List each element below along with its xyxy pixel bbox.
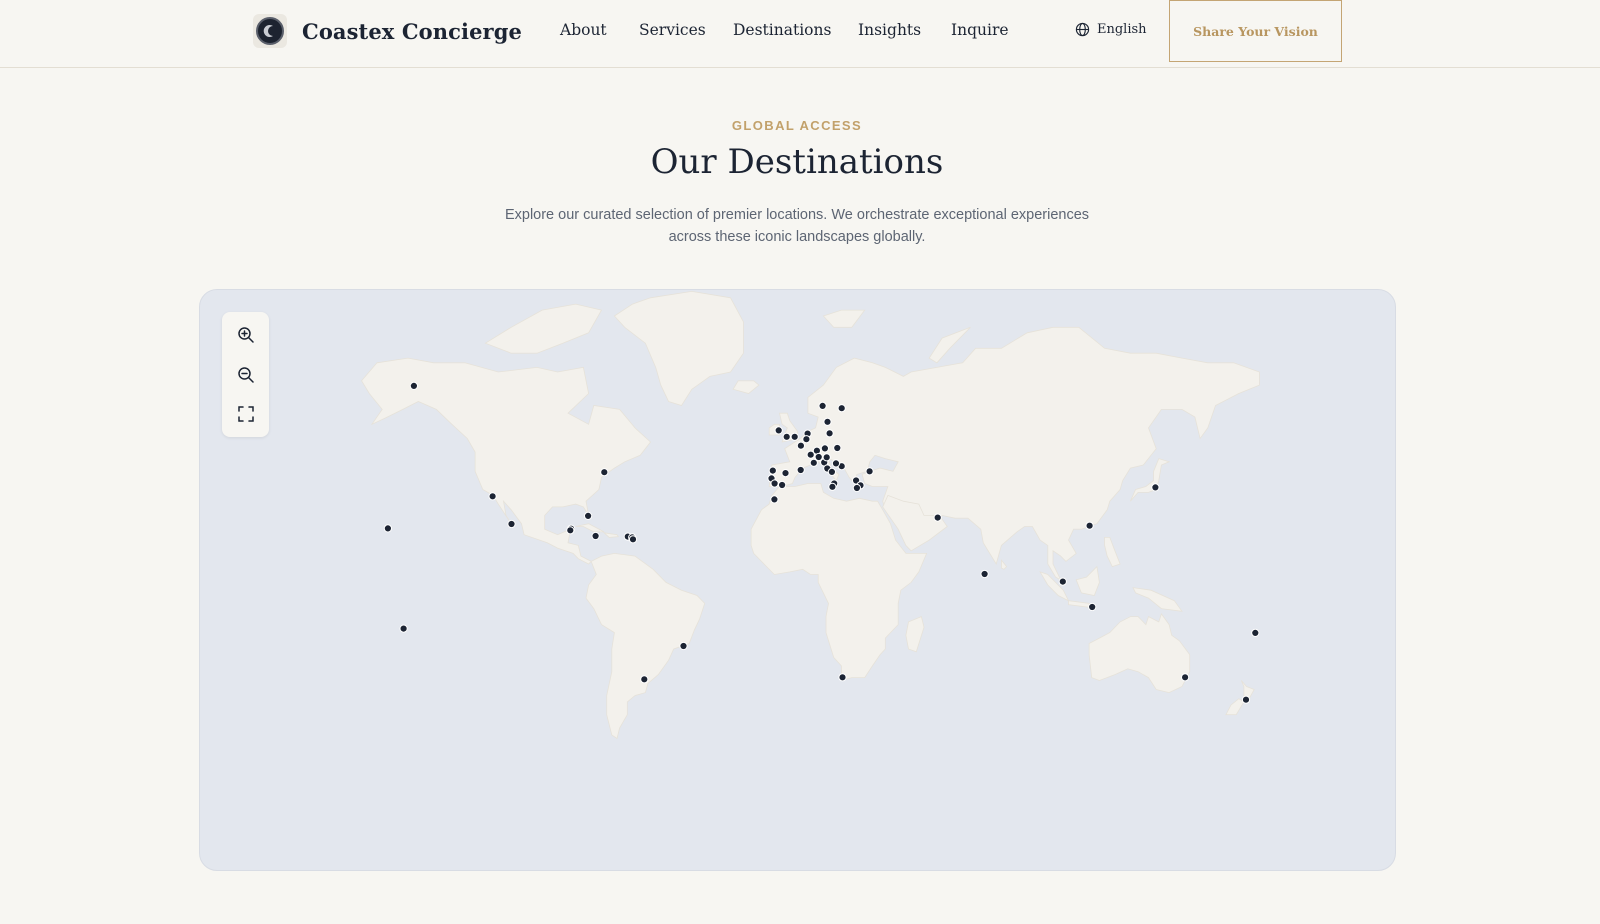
nav-about[interactable]: About	[560, 21, 607, 39]
destination-marker[interactable]	[1085, 521, 1094, 530]
landmasses	[361, 290, 1260, 740]
destination-marker[interactable]	[584, 511, 593, 520]
destination-marker[interactable]	[818, 401, 827, 411]
globe-icon	[1075, 22, 1090, 37]
section-eyebrow: GLOBAL ACCESS	[731, 118, 863, 133]
language-selector[interactable]: English	[1075, 22, 1147, 37]
land-svalbard	[822, 309, 866, 328]
section-subtitle: Explore our curated selection of premier…	[504, 207, 1090, 245]
destination-marker[interactable]	[796, 465, 805, 475]
destination-marker[interactable]	[1241, 695, 1251, 704]
destination-marker[interactable]	[600, 468, 609, 477]
nav-insights[interactable]: Insights	[858, 21, 921, 39]
land-sri-lanka	[1001, 558, 1008, 570]
crescent-icon	[263, 25, 273, 37]
land-hispaniola	[602, 532, 620, 538]
destination-marker[interactable]	[802, 435, 811, 444]
destination-marker[interactable]	[768, 466, 777, 475]
destination-marker[interactable]	[383, 524, 392, 533]
destination-marker[interactable]	[1251, 628, 1260, 637]
language-label: English	[1097, 22, 1147, 37]
land-new-zealand-n	[1240, 680, 1255, 700]
destination-marker[interactable]	[640, 675, 649, 684]
destination-marker[interactable]	[790, 432, 799, 441]
zoom-out-icon	[237, 366, 254, 383]
destination-marker[interactable]	[796, 441, 806, 450]
destination-marker[interactable]	[774, 426, 783, 435]
destination-marker[interactable]	[1058, 577, 1067, 586]
land-iceland	[732, 380, 760, 394]
destination-marker[interactable]	[820, 444, 830, 453]
land-java	[1068, 600, 1090, 608]
land-new-zealand-s	[1225, 698, 1245, 716]
destination-marker[interactable]	[1181, 673, 1190, 682]
destination-marker[interactable]	[822, 453, 831, 462]
destination-marker[interactable]	[781, 469, 790, 478]
destination-marker[interactable]	[399, 624, 408, 633]
destination-marker[interactable]	[933, 513, 942, 522]
land-sumatra	[1039, 571, 1070, 602]
share-vision-button[interactable]: Share Your Vision	[1169, 0, 1342, 62]
land-philippines	[1104, 537, 1121, 568]
brand-name: Coastex Concierge	[302, 18, 522, 44]
destination-marker[interactable]	[409, 381, 418, 391]
world-map[interactable]	[200, 290, 1396, 871]
fullscreen-icon	[237, 405, 254, 422]
land-arctic-isles	[484, 303, 603, 354]
destination-marker[interactable]	[865, 467, 874, 476]
destination-marker[interactable]	[770, 479, 779, 488]
destination-marker[interactable]	[1088, 602, 1097, 612]
destination-marker[interactable]	[825, 429, 834, 438]
destination-marker[interactable]	[770, 495, 779, 504]
destination-marker[interactable]	[814, 452, 823, 462]
land-greenland	[613, 290, 744, 406]
page-title: Our Destinations	[650, 142, 944, 182]
destination-marker[interactable]	[831, 459, 841, 468]
destination-marker[interactable]	[566, 526, 575, 535]
destination-marker[interactable]	[679, 641, 688, 651]
zoom-out-button[interactable]	[222, 355, 269, 394]
map-controls	[222, 312, 269, 437]
destination-marker[interactable]	[806, 450, 815, 459]
site-header: Coastex Concierge About Services Destina…	[0, 0, 1600, 68]
land-madagascar	[905, 616, 925, 653]
fullscreen-button[interactable]	[222, 394, 269, 433]
destination-marker[interactable]	[1151, 483, 1160, 492]
nav-destinations[interactable]: Destinations	[733, 21, 831, 39]
destination-marker[interactable]	[628, 535, 638, 544]
destination-marker[interactable]	[782, 432, 791, 441]
nav-inquire[interactable]: Inquire	[951, 21, 1009, 39]
brand-logo	[253, 14, 287, 48]
destination-marker[interactable]	[823, 417, 832, 426]
logo-icon	[256, 17, 284, 45]
destination-marker[interactable]	[828, 482, 837, 491]
destinations-map[interactable]	[199, 289, 1396, 871]
nav-services[interactable]: Services	[639, 21, 706, 39]
zoom-in-button[interactable]	[222, 315, 269, 354]
destination-marker[interactable]	[838, 673, 847, 682]
destination-marker[interactable]	[980, 569, 989, 579]
destination-marker[interactable]	[852, 483, 862, 493]
land-novaya-zemlya	[928, 326, 971, 364]
destination-marker[interactable]	[591, 531, 600, 541]
destination-marker[interactable]	[778, 480, 787, 490]
land-australia	[1088, 613, 1191, 694]
land-cuba	[575, 523, 605, 533]
destination-marker[interactable]	[827, 467, 837, 476]
destination-marker[interactable]	[837, 404, 846, 413]
destination-marker[interactable]	[833, 443, 842, 453]
land-borneo	[1075, 565, 1100, 596]
destination-marker[interactable]	[488, 492, 497, 501]
destination-marker[interactable]	[507, 519, 516, 529]
brand[interactable]: Coastex Concierge	[253, 14, 522, 48]
land-new-guinea	[1132, 587, 1183, 612]
zoom-in-icon	[237, 326, 254, 343]
